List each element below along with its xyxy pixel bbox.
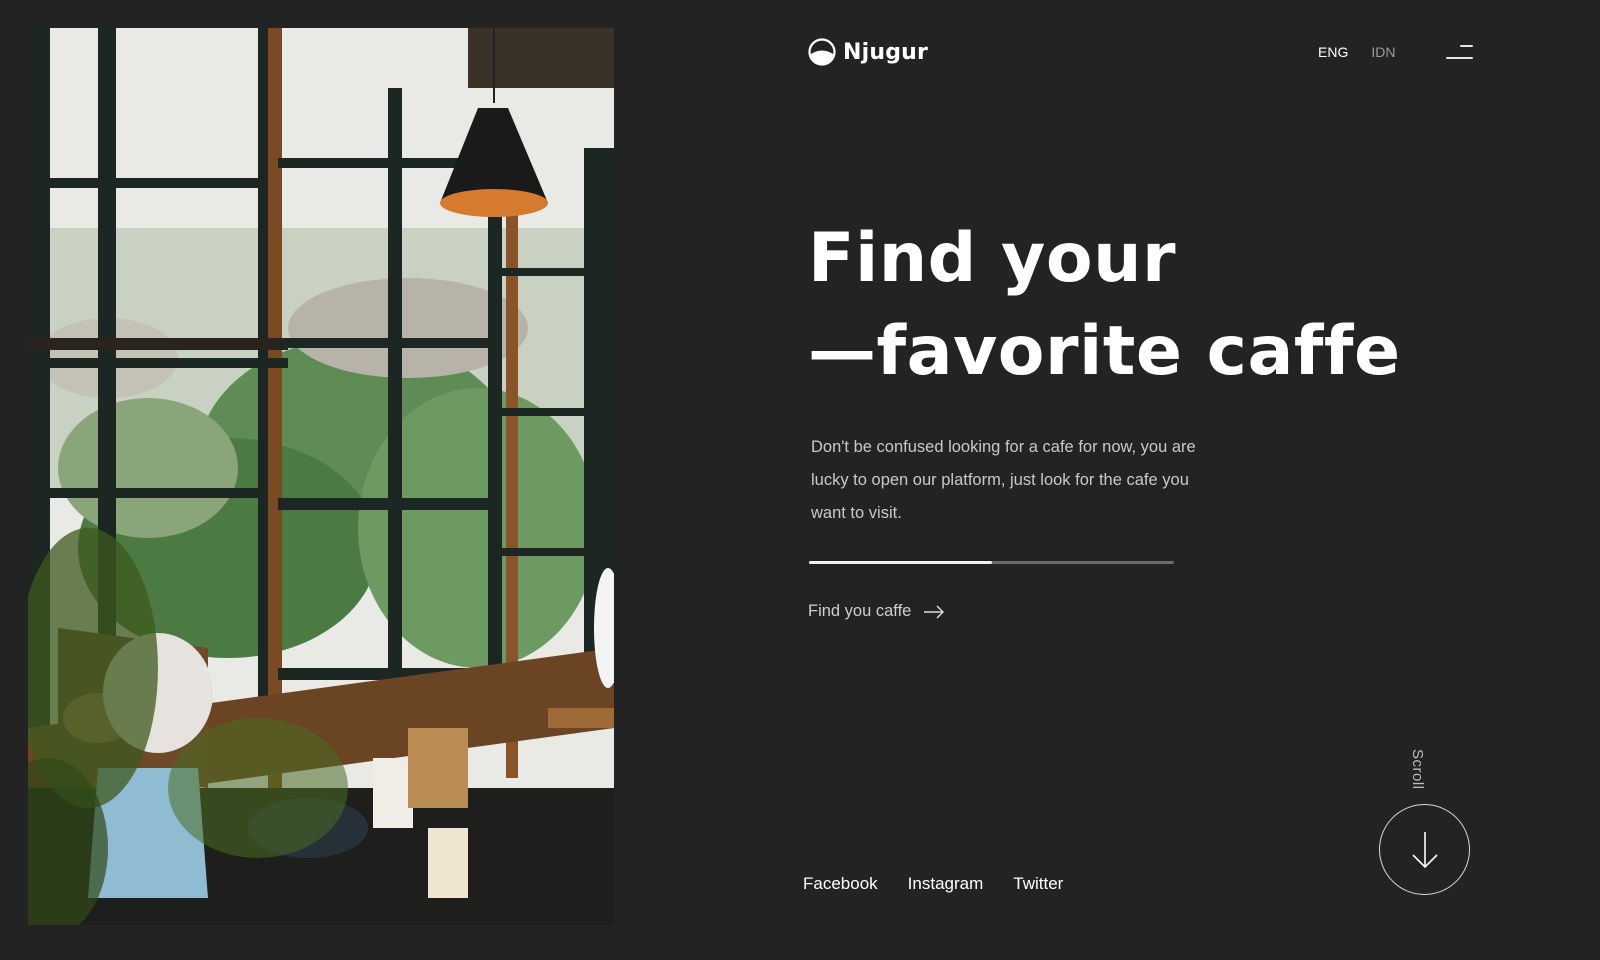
headline-line-1: Find your: [808, 219, 1177, 298]
lang-idn[interactable]: IDN: [1371, 44, 1395, 60]
menu-line-bottom: [1446, 57, 1473, 59]
social-links: Facebook Instagram Twitter: [803, 874, 1063, 894]
cafe-window-interior-photo: [28, 28, 614, 925]
half-circle-logo-icon: [808, 38, 836, 66]
arrow-down-icon: [1411, 831, 1438, 868]
find-caffe-link[interactable]: Find you caffe: [808, 602, 945, 621]
landing-page: Njugur ENG IDN Find your —favorite caffe…: [0, 0, 1600, 960]
scroll-down-button[interactable]: [1379, 804, 1470, 895]
brand-logo[interactable]: Njugur: [808, 38, 928, 66]
scroll-label: Scroll: [1409, 749, 1426, 790]
slider-progress-fill: [809, 561, 992, 564]
brand-name: Njugur: [843, 39, 929, 65]
slider-progress[interactable]: [809, 561, 1174, 564]
hamburger-menu-icon[interactable]: [1446, 44, 1474, 62]
find-caffe-label: Find you caffe: [808, 602, 912, 620]
menu-line-top: [1460, 45, 1473, 47]
lang-eng[interactable]: ENG: [1318, 44, 1348, 60]
hero-description: Don't be confused looking for a cafe for…: [811, 438, 1196, 522]
facebook-link[interactable]: Facebook: [803, 874, 878, 894]
hero-headline: Find your —favorite caffe: [808, 212, 1401, 398]
language-switcher: ENG IDN: [1318, 44, 1395, 60]
instagram-link[interactable]: Instagram: [908, 874, 984, 894]
twitter-link[interactable]: Twitter: [1013, 874, 1063, 894]
arrow-right-icon: [924, 605, 945, 618]
headline-line-2: —favorite caffe: [808, 312, 1401, 391]
